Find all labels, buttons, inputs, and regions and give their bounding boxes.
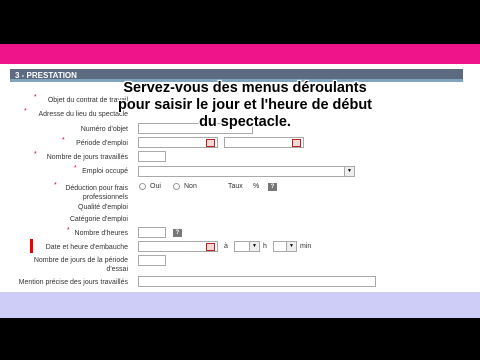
deduction-oui-radio[interactable] [139, 183, 146, 190]
heure-select[interactable]: ▼ [234, 241, 260, 252]
deduction-oui-label: Oui [150, 183, 161, 190]
help-icon[interactable]: ? [173, 229, 182, 237]
label-nb-jours: Nombre de jours travaillés [46, 154, 128, 161]
h-label: h [263, 243, 267, 250]
caption-line-2: pour saisir le jour et l'heure de début [117, 97, 373, 113]
label-emploi-occupe: Emploi occupé [82, 168, 128, 175]
label-qualite: Qualité d'emploi [78, 204, 128, 211]
caption-line-1: Servez-vous des menus déroulants [123, 80, 367, 96]
chevron-down-icon: ▼ [286, 242, 296, 251]
label-categorie: Catégorie d'emploi [69, 216, 128, 223]
min-label: min [300, 243, 312, 250]
calendar-icon[interactable] [206, 243, 215, 251]
minute-select[interactable]: ▼ [273, 241, 297, 252]
deduction-non-radio[interactable] [173, 183, 180, 190]
label-nb-heures: Nombre d'heures [74, 230, 128, 237]
taux-label: Taux [228, 183, 243, 190]
nb-jours-input[interactable] [138, 151, 166, 162]
label-mention: Mention précise des jours travaillés [18, 279, 128, 286]
required-marker: * [54, 182, 57, 189]
calendar-icon[interactable] [206, 139, 215, 147]
a-label: à [224, 243, 228, 250]
tutorial-caption: Servez-vous des menus déroulants pour sa… [85, 80, 405, 131]
calendar-icon[interactable] [292, 139, 301, 147]
mention-input[interactable] [138, 276, 376, 287]
top-letterbox [0, 0, 480, 44]
chevron-down-icon: ▼ [344, 167, 354, 176]
help-icon[interactable]: ? [268, 183, 277, 191]
nb-jours-essai-input[interactable] [138, 255, 166, 266]
label-deduction: Déduction pour frais professionnels [65, 185, 128, 201]
deduction-non-label: Non [184, 183, 197, 190]
footer-band [0, 292, 480, 318]
emploi-occupe-select[interactable]: ▼ [138, 166, 355, 177]
bottom-letterbox [0, 318, 480, 360]
highlight-marker [30, 239, 33, 253]
pink-banner [0, 44, 480, 64]
chevron-down-icon: ▼ [249, 242, 259, 251]
percent-label: % [253, 183, 260, 190]
label-nb-jours-essai: Nombre de jours de la période d'essai [33, 257, 128, 273]
caption-line-3: du spectacle. [199, 114, 291, 130]
label-date-heure: Date et heure d'embauche [45, 244, 128, 251]
nb-heures-input[interactable] [138, 227, 166, 238]
label-periode-emploi: Période d'emploi [76, 140, 128, 147]
